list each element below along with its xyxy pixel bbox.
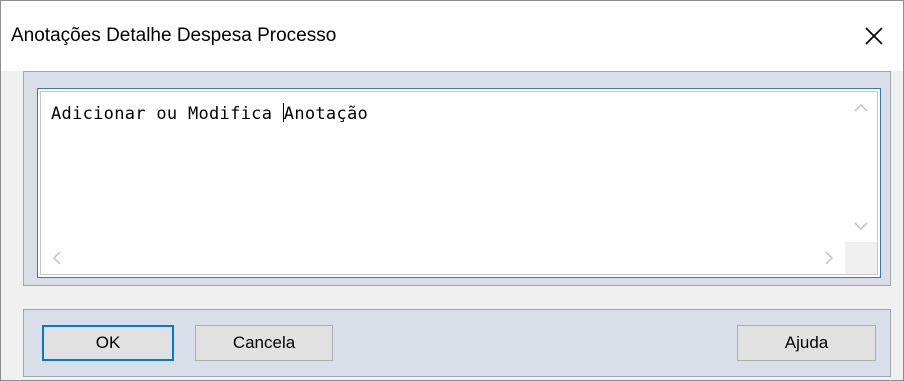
close-button[interactable] bbox=[845, 1, 903, 71]
chevron-down-icon bbox=[854, 222, 868, 230]
title-bar: Anotações Detalhe Despesa Processo bbox=[1, 1, 903, 71]
window-title: Anotações Detalhe Despesa Processo bbox=[11, 25, 337, 46]
chevron-right-icon bbox=[825, 251, 833, 265]
scroll-down-button[interactable] bbox=[845, 210, 877, 242]
scrollbar-corner bbox=[845, 242, 877, 274]
annotation-text-part1: Adicionar ou Modifica bbox=[51, 104, 283, 124]
scroll-left-button[interactable] bbox=[41, 242, 73, 274]
annotation-textarea-inner[interactable]: Adicionar ou Modifica Anotação bbox=[40, 91, 878, 275]
dialog-window: Anotações Detalhe Despesa Processo OK Ca… bbox=[0, 0, 904, 381]
annotation-text-part2: Anotação bbox=[283, 104, 369, 124]
chevron-left-icon bbox=[53, 251, 61, 265]
close-icon bbox=[865, 27, 883, 45]
button-panel: OK Cancela Ajuda bbox=[23, 309, 891, 377]
scroll-right-button[interactable] bbox=[813, 242, 845, 274]
cancel-button[interactable]: Cancela bbox=[195, 325, 333, 361]
vertical-scrollbar[interactable] bbox=[845, 92, 877, 242]
annotation-text[interactable]: Adicionar ou Modifica Anotação bbox=[51, 103, 368, 124]
chevron-up-icon bbox=[854, 104, 868, 112]
horizontal-scrollbar[interactable] bbox=[41, 242, 845, 274]
scroll-up-button[interactable] bbox=[845, 92, 877, 124]
ok-button[interactable]: OK bbox=[42, 325, 174, 361]
annotation-textarea[interactable]: Adicionar ou Modifica Anotação bbox=[37, 88, 881, 278]
help-button[interactable]: Ajuda bbox=[737, 325, 876, 361]
